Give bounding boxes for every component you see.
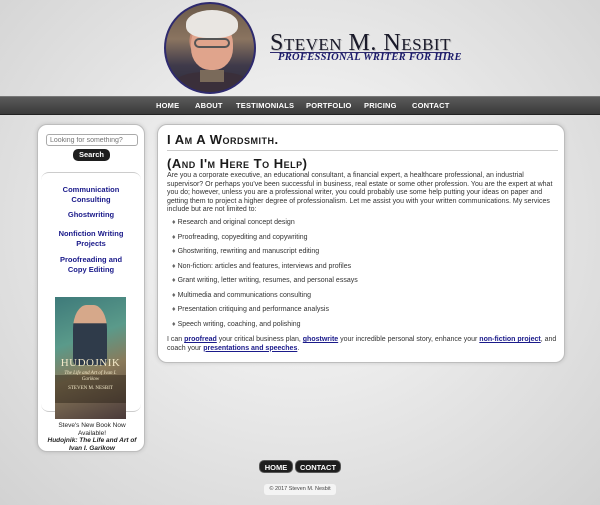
search-button[interactable]: Search — [73, 149, 110, 161]
list-item: ♦ Research and original concept design — [172, 219, 295, 226]
book-cover-subtitle: The Life and Art of Ivan I. Garikow — [64, 371, 117, 382]
sidebar-item-nonfiction-writing[interactable]: Nonfiction Writing Projects — [41, 229, 141, 248]
diamond-bullet-icon: ♦ — [172, 277, 176, 284]
proofread-link[interactable]: proofread — [184, 336, 217, 343]
footer-home-button[interactable]: HOME — [259, 460, 293, 473]
intro-paragraph: Are you a corporate executive, an educat… — [167, 172, 553, 213]
sidebar-item-label: Proofreading and — [59, 255, 123, 264]
page-title: I Am A Wordsmith. — [167, 132, 279, 147]
sidebar-item-communication-consulting[interactable]: Communication Consulting — [41, 185, 141, 204]
diamond-bullet-icon: ♦ — [172, 320, 176, 328]
copyright-notice: © 2017 Steven M. Nesbit — [264, 484, 336, 495]
sidebar-item-label: Nonfiction Writing — [58, 229, 124, 238]
site-subtitle: PROFESSIONAL WRITER FOR HIRE — [278, 52, 462, 63]
non-fiction-project-link[interactable]: non-fiction project — [479, 336, 540, 343]
list-item: ♦ Grant writing, letter writing, resumes,… — [172, 277, 358, 284]
sidebar-item-label: Consulting — [71, 194, 111, 204]
book-cover-image[interactable]: HUDOJNIK The Life and Art of Ivan I. Gar… — [55, 297, 126, 419]
list-item: ♦ Speech writing, coaching, and polishing — [172, 320, 301, 328]
diamond-bullet-icon: ♦ — [172, 248, 176, 255]
footer-contact-button[interactable]: CONTACT — [295, 460, 341, 473]
nav-testimonials[interactable]: TESTIMONIALS — [236, 101, 294, 110]
diamond-bullet-icon: ♦ — [172, 233, 176, 241]
search-input[interactable] — [46, 134, 138, 146]
nav-contact[interactable]: CONTACT — [412, 101, 450, 110]
list-item: ♦ Proofreading, copyediting and copywriti… — [172, 233, 308, 241]
sidebar-item-proofreading[interactable]: Proofreading and Copy Editing — [41, 255, 141, 274]
diamond-bullet-icon: ♦ — [172, 306, 176, 313]
book-title: Hudojnik: The Life and Art of Ivan I. Ga… — [47, 437, 137, 452]
diamond-bullet-icon: ♦ — [172, 219, 176, 226]
nav-about[interactable]: ABOUT — [195, 101, 223, 110]
list-item: ♦ Multimedia and communications consultin… — [172, 291, 312, 299]
list-item: ♦ Non-fiction: articles and features, int… — [172, 262, 352, 270]
book-caption: Steve's New Book Now Available! — [58, 422, 126, 437]
main-nav: HOME ABOUT TESTIMONIALS PORTFOLIO PRICIN… — [0, 96, 600, 115]
closing-paragraph: I can proofread your critical business p… — [167, 336, 557, 352]
main-content: I Am A Wordsmith. (And I'm Here To Help)… — [157, 124, 565, 363]
site-header: Steven M. Nesbit PROFESSIONAL WRITER FOR… — [0, 0, 600, 96]
list-item: ♦ Presentation critiquing and performance… — [172, 306, 329, 313]
diamond-bullet-icon: ♦ — [172, 262, 176, 270]
nav-pricing[interactable]: PRICING — [364, 101, 397, 110]
nav-home[interactable]: HOME — [156, 101, 179, 110]
sidebar-item-ghostwriting[interactable]: Ghostwriting — [41, 210, 141, 220]
nav-portfolio[interactable]: PORTFOLIO — [306, 101, 352, 110]
diamond-bullet-icon: ♦ — [172, 291, 176, 299]
sidebar-item-label: Copy Editing — [67, 264, 115, 274]
sidebar: Search Communication Consulting Ghostwri… — [37, 124, 145, 452]
sidebar-item-label: Communication — [62, 185, 120, 194]
ghostwrite-link[interactable]: ghostwrite — [303, 336, 338, 343]
book-cover-title: HUDOJNIK — [60, 357, 121, 369]
presentations-link[interactable]: presentations and speeches — [203, 345, 297, 352]
sidebar-item-label: Projects — [76, 238, 106, 248]
heading-divider — [167, 150, 558, 151]
page-subtitle: (And I'm Here To Help) — [167, 156, 308, 171]
sidebar-item-label: Ghostwriting — [67, 210, 115, 219]
author-portrait — [164, 2, 256, 94]
list-item: ♦ Ghostwriting, rewriting and manuscript … — [172, 248, 320, 255]
book-cover-author: STEVEN M. NESBIT — [68, 386, 113, 391]
